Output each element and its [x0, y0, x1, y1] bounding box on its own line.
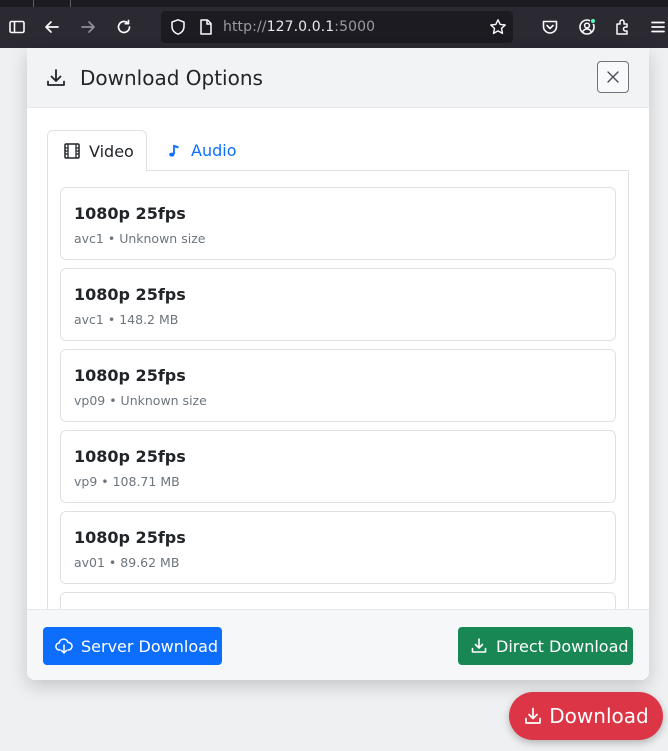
tab-audio[interactable]: Audio: [165, 130, 236, 171]
floating-download-label: Download: [549, 704, 649, 728]
tab-video-label: Video: [89, 141, 134, 161]
direct-download-button[interactable]: Direct Download: [458, 627, 633, 665]
tab-separator: [70, 0, 71, 7]
url-scheme: http://: [223, 19, 267, 35]
format-meta: avc1 • Unknown size: [74, 231, 206, 246]
pocket-icon: [542, 20, 558, 34]
forward-icon: [81, 21, 95, 33]
menu-icon: [651, 21, 665, 33]
reload-icon: [117, 19, 131, 34]
download-icon: [525, 707, 542, 724]
url-bar[interactable]: http://127.0.0.1:5000: [161, 11, 513, 43]
close-icon: [607, 71, 619, 83]
star-icon[interactable]: [489, 18, 507, 36]
shield-icon[interactable]: [169, 18, 187, 36]
film-icon: [64, 143, 80, 159]
server-download-label: Server Download: [81, 636, 219, 656]
forward-button[interactable]: [73, 12, 103, 42]
download-icon: [47, 69, 65, 86]
download-options-modal: Download Options Video Audio 1080p 25fps…: [27, 48, 649, 680]
tab-separator: [33, 0, 34, 7]
reload-button[interactable]: [109, 12, 139, 42]
extensions-button[interactable]: [608, 12, 638, 42]
back-button[interactable]: [37, 12, 67, 42]
url-host: 127.0.0.1: [266, 19, 335, 35]
format-option[interactable]: 1080p 25fps av01 • 89.62 MB: [60, 511, 616, 584]
format-option[interactable]: 1080p 25fps avc1 • 148.2 MB: [60, 268, 616, 341]
format-resolution: 1080p 25fps: [74, 285, 186, 304]
format-meta: avc1 • 148.2 MB: [74, 312, 179, 327]
modal-footer: Server Download Direct Download: [27, 609, 649, 680]
format-meta: av01 • 89.62 MB: [74, 555, 180, 570]
tab-video[interactable]: Video: [47, 130, 147, 172]
tab-audio-label: Audio: [191, 141, 237, 160]
format-resolution: 1080p 25fps: [74, 447, 186, 466]
cloud-download-icon: [55, 638, 73, 654]
back-icon: [45, 21, 59, 33]
format-resolution: 1080p 25fps: [74, 204, 186, 223]
format-option[interactable]: 1080p 25fps avc1 • Unknown size: [60, 187, 616, 260]
close-button[interactable]: [597, 61, 629, 93]
account-button[interactable]: [572, 12, 602, 42]
format-meta: vp9 • 108.71 MB: [74, 474, 180, 489]
sidebar-toggle-button[interactable]: [2, 12, 32, 42]
format-tabs: Video Audio: [47, 130, 629, 172]
direct-download-label: Direct Download: [496, 636, 629, 656]
tab-strip: [0, 0, 668, 7]
modal-header: Download Options: [27, 48, 649, 108]
format-option[interactable]: 1080p 25fps vp09 • Unknown size: [60, 349, 616, 422]
format-option[interactable]: 1080p 25fps vp9 • 108.71 MB: [60, 430, 616, 503]
modal-title: Download Options: [80, 66, 263, 90]
sidebar-icon: [9, 20, 25, 34]
pocket-button[interactable]: [535, 12, 565, 42]
menu-button[interactable]: [643, 12, 668, 42]
extensions-icon: [616, 19, 628, 35]
format-meta: vp09 • Unknown size: [74, 393, 207, 408]
video-formats-list: 1080p 25fps avc1 • Unknown size 1080p 25…: [47, 171, 629, 611]
url-text[interactable]: http://127.0.0.1:5000: [223, 18, 375, 36]
download-icon: [471, 638, 487, 653]
format-resolution: 1080p 25fps: [74, 528, 186, 547]
page-icon[interactable]: [197, 18, 215, 36]
browser-toolbar: http://127.0.0.1:5000: [0, 0, 668, 48]
music-note-icon: [169, 144, 179, 157]
server-download-button[interactable]: Server Download: [43, 627, 222, 665]
url-port: :5000: [334, 19, 376, 35]
format-resolution: 1080p 25fps: [74, 366, 186, 385]
account-icon: [579, 18, 596, 35]
floating-download-button[interactable]: Download: [509, 692, 663, 740]
